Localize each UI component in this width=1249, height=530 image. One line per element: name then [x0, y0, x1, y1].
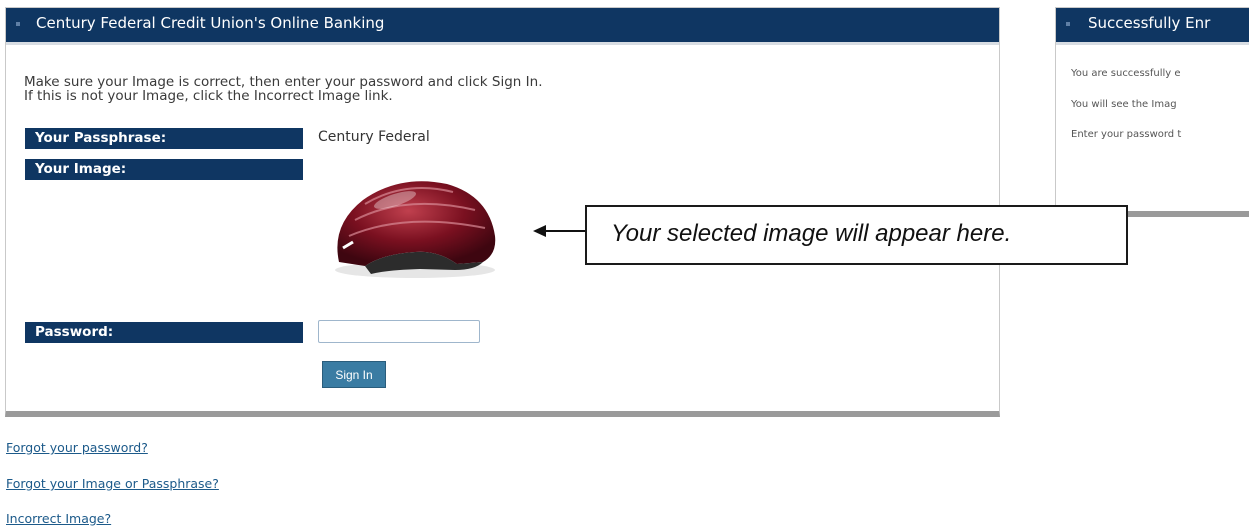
- passphrase-label: Your Passphrase:: [25, 128, 303, 149]
- image-label: Your Image:: [25, 159, 303, 180]
- incorrect-image-link[interactable]: Incorrect Image?: [6, 511, 111, 526]
- success-message-line: Enter your password t: [1071, 129, 1182, 140]
- success-message-line: You will see the Imag: [1071, 99, 1177, 110]
- forgot-image-passphrase-link[interactable]: Forgot your Image or Passphrase?: [6, 476, 219, 491]
- header-bullet-icon: [16, 22, 20, 26]
- panel-header: Century Federal Credit Union's Online Ba…: [6, 8, 999, 45]
- passphrase-value: Century Federal: [318, 129, 430, 145]
- callout-text: Your selected image will appear here.: [611, 220, 1012, 247]
- instruction-line: Make sure your Image is correct, then en…: [24, 74, 543, 90]
- image-callout: Your selected image will appear here.: [585, 205, 1128, 265]
- enrollment-success-panel: Successfully Enr You are successfully e …: [1055, 7, 1249, 217]
- forgot-password-link[interactable]: Forgot your password?: [6, 440, 148, 455]
- bicycle-helmet-icon: [335, 181, 496, 278]
- right-panel-title: Successfully Enr: [1088, 14, 1211, 32]
- password-label: Password:: [25, 322, 303, 343]
- password-input[interactable]: [318, 320, 480, 343]
- instruction-line: If this is not your Image, click the Inc…: [24, 88, 393, 104]
- left-arrow-icon: [533, 225, 587, 237]
- success-message-line: You are successfully e: [1071, 68, 1181, 79]
- panel-title: Century Federal Credit Union's Online Ba…: [36, 14, 385, 32]
- instructions: Make sure your Image is correct, then en…: [24, 75, 542, 103]
- right-panel-header: Successfully Enr: [1056, 8, 1249, 45]
- header-bullet-icon: [1066, 22, 1070, 26]
- sign-in-button[interactable]: Sign In: [322, 361, 386, 388]
